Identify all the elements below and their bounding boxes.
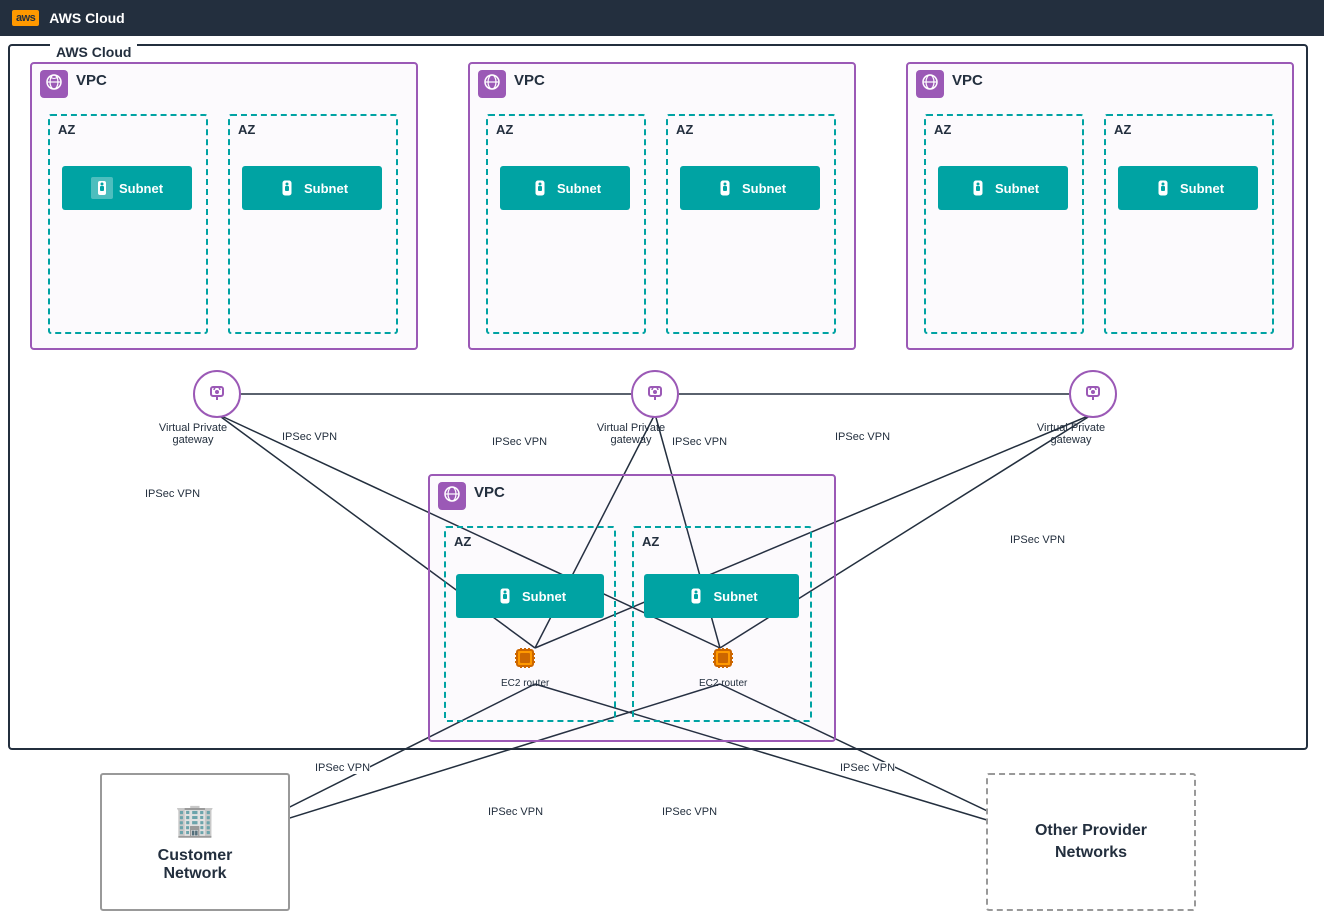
az4a-label: AZ xyxy=(454,534,471,549)
gateway-1 xyxy=(193,370,241,418)
building-icon: 🏢 xyxy=(175,801,215,839)
subnet4a-icon xyxy=(494,585,516,607)
diagram: AWS Cloud VPC AZ Subnet xyxy=(0,36,1324,888)
vpn-label-9: IPSec VPN xyxy=(662,806,717,818)
vpc-box-3: VPC AZ Subnet AZ Subnet xyxy=(906,62,1294,350)
ec2-router-2: EC2 router xyxy=(699,640,747,689)
subnet3a-label: Subnet xyxy=(995,181,1039,196)
aws-cloud-label: AWS Cloud xyxy=(50,44,137,60)
gateway-1-icon xyxy=(203,380,231,408)
subnet2b-box: Subnet xyxy=(680,166,820,210)
gateway-3-icon xyxy=(1079,380,1107,408)
az2b-box: AZ Subnet xyxy=(666,114,836,334)
customer-network-box: 🏢 CustomerNetwork xyxy=(100,773,290,911)
subnet3a-box: Subnet xyxy=(938,166,1068,210)
az3b-box: AZ Subnet xyxy=(1104,114,1274,334)
subnet1a-box: Subnet xyxy=(62,166,192,210)
gateway-1-label: Virtual Privategateway xyxy=(148,422,238,446)
vpn-label-8: IPSec VPN xyxy=(488,806,543,818)
az2a-box: AZ Subnet xyxy=(486,114,646,334)
subnet3b-label: Subnet xyxy=(1180,181,1224,196)
subnet1b-label: Subnet xyxy=(304,181,348,196)
vpn-label-5: IPSec VPN xyxy=(835,431,890,443)
vpn-label-2: IPSec VPN xyxy=(145,488,200,500)
aws-header: aws AWS Cloud xyxy=(0,0,1324,36)
subnet1b-icon xyxy=(276,177,298,199)
az4a-box: AZ Subnet EC2 router xyxy=(444,526,616,722)
az1b-label: AZ xyxy=(238,122,255,137)
gateway-2-icon xyxy=(641,380,669,408)
ec2-router-1: EC2 router xyxy=(501,640,549,689)
ec2-chip-2 xyxy=(705,640,741,676)
subnet4a-box: Subnet xyxy=(456,574,604,618)
other-provider-label: Other ProviderNetworks xyxy=(1035,820,1147,865)
vpc4-icon xyxy=(438,482,466,510)
vpc1-label: VPC xyxy=(76,72,107,89)
gateway-2 xyxy=(631,370,679,418)
az1a-label: AZ xyxy=(58,122,75,137)
aws-logo-box: aws xyxy=(12,10,39,26)
gateway-3 xyxy=(1069,370,1117,418)
subnet2a-box: Subnet xyxy=(500,166,630,210)
subnet3b-box: Subnet xyxy=(1118,166,1258,210)
vpc3-label: VPC xyxy=(952,72,983,89)
subnet2a-label: Subnet xyxy=(557,181,601,196)
az1b-box: AZ Subnet xyxy=(228,114,398,334)
az3a-box: AZ Subnet xyxy=(924,114,1084,334)
az4b-label: AZ xyxy=(642,534,659,549)
vpn-label-3: IPSec VPN xyxy=(492,436,547,448)
az1a-box: AZ Subnet xyxy=(48,114,208,334)
az3b-label: AZ xyxy=(1114,122,1131,137)
vpn-label-6: IPSec VPN xyxy=(1010,534,1065,546)
subnet1a-label: Subnet xyxy=(119,181,163,196)
gateway-3-label: Virtual Privategateway xyxy=(1026,422,1116,446)
ec2-chip-1 xyxy=(507,640,543,676)
subnet4a-label: Subnet xyxy=(522,589,566,604)
gateway-2-label: Virtual Privategateway xyxy=(586,422,676,446)
vpn-label-1: IPSec VPN xyxy=(282,431,337,443)
az3a-label: AZ xyxy=(934,122,951,137)
subnet3b-icon xyxy=(1152,177,1174,199)
subnet2b-icon xyxy=(714,177,736,199)
az4b-box: AZ Subnet EC2 router xyxy=(632,526,812,722)
subnet4b-box: Subnet xyxy=(644,574,799,618)
vpc-box-1: VPC AZ Subnet AZ xyxy=(30,62,418,350)
subnet2a-icon xyxy=(529,177,551,199)
vpc2-label: VPC xyxy=(514,72,545,89)
aws-header-title: AWS Cloud xyxy=(49,10,124,26)
az2a-label: AZ xyxy=(496,122,513,137)
vpc-box-2: VPC AZ Subnet AZ Subnet xyxy=(468,62,856,350)
ec2-router-2-label: EC2 router xyxy=(699,678,747,689)
subnet1b-box: Subnet xyxy=(242,166,382,210)
vpc-box-4: VPC AZ Subnet xyxy=(428,474,836,742)
subnet4b-icon xyxy=(685,585,707,607)
vpn-label-7: IPSec VPN xyxy=(315,762,370,774)
vpn-label-10: IPSec VPN xyxy=(840,762,895,774)
other-provider-box: Other ProviderNetworks xyxy=(986,773,1196,911)
subnet2b-label: Subnet xyxy=(742,181,786,196)
subnet3a-icon xyxy=(967,177,989,199)
vpc2-icon xyxy=(478,70,506,98)
subnet1a-icon xyxy=(91,177,113,199)
ec2-router-1-label: EC2 router xyxy=(501,678,549,689)
vpc3-icon xyxy=(916,70,944,98)
vpc4-label: VPC xyxy=(474,484,505,501)
vpc1-icon xyxy=(40,70,68,98)
aws-logo: aws xyxy=(12,10,39,26)
subnet4b-label: Subnet xyxy=(713,589,757,604)
customer-network-label: CustomerNetwork xyxy=(158,847,233,883)
az2b-label: AZ xyxy=(676,122,693,137)
vpn-label-4: IPSec VPN xyxy=(672,436,727,448)
